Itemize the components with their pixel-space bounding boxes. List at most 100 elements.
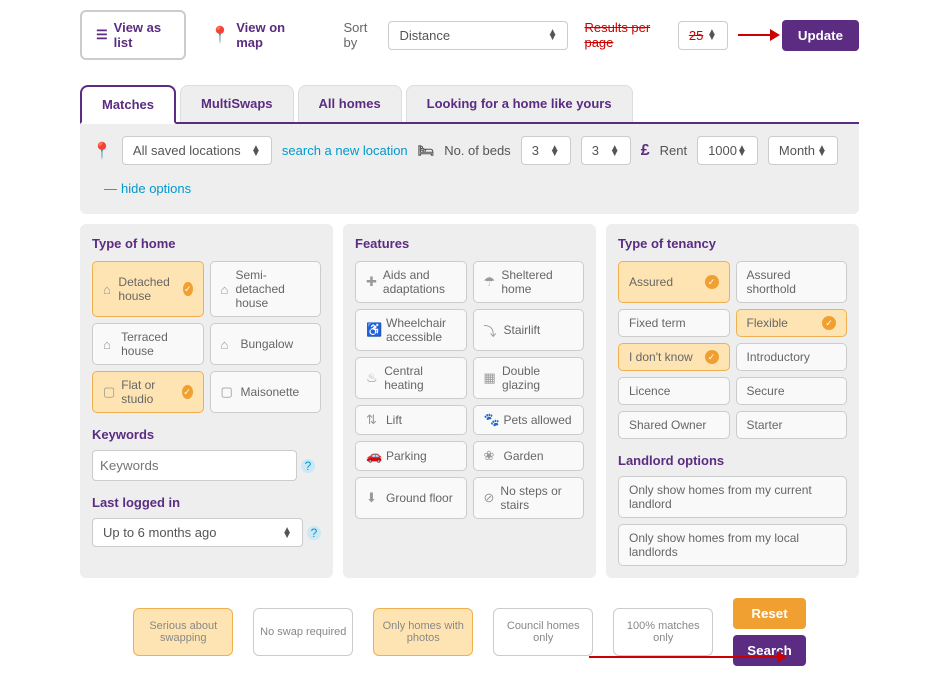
feature-chip[interactable]: ⇅Lift (355, 405, 467, 435)
reset-button[interactable]: Reset (733, 598, 805, 629)
results-per-page-label: Results per page (584, 20, 667, 50)
rent-value-select[interactable]: 1000 ▲▼ (697, 136, 758, 165)
chevron-updown-icon: ▲▼ (737, 146, 747, 156)
check-icon: ✓ (183, 282, 192, 296)
feature-chip[interactable]: ⤵Stairlift (473, 309, 585, 351)
feature-icon: ⊘ (484, 490, 495, 506)
check-icon: ✓ (182, 385, 193, 399)
chevron-updown-icon: ▲▼ (548, 30, 558, 40)
tenancy-chip[interactable]: Shared Owner (618, 411, 730, 439)
bottom-row: Serious about swapping No swap required On… (80, 598, 859, 666)
beds-label: No. of beds (444, 143, 511, 158)
view-as-list-button[interactable]: ☰ View as list (80, 10, 186, 60)
beds-icon: 🛏 (418, 143, 435, 159)
results-per-page-select[interactable]: 25 ▲▼ (678, 21, 728, 50)
home-type-chip[interactable]: ▢Maisonette (210, 371, 322, 413)
map-pin-icon: 📍 (210, 25, 230, 45)
feature-icon: ✚ (366, 274, 377, 290)
feature-icon: ⤵ (484, 321, 498, 340)
last-logged-title: Last logged in (92, 495, 321, 510)
home-type-chip[interactable]: ⌂Bungalow (210, 323, 322, 365)
rent-period-select[interactable]: Month ▲▼ (768, 136, 838, 165)
home-type-chip[interactable]: ⌂Detached house✓ (92, 261, 204, 317)
minus-icon: — (104, 181, 117, 196)
results-value: 25 (689, 28, 703, 43)
check-icon: ✓ (705, 350, 719, 364)
house-icon: ▢ (103, 384, 115, 400)
filter-toggle-chip[interactable]: 100% matches only (613, 608, 713, 656)
landlord-option-chip[interactable]: Only show homes from my current landlord (618, 476, 847, 518)
feature-chip[interactable]: ⬇Ground floor (355, 477, 467, 519)
search-new-location-link[interactable]: search a new location (282, 143, 408, 158)
search-button[interactable]: Search (733, 635, 805, 666)
home-type-chip[interactable]: ▢Flat or studio✓ (92, 371, 204, 413)
hide-options-link[interactable]: — hide options (92, 175, 847, 202)
feature-icon: ♿ (366, 322, 380, 338)
tenancy-chip[interactable]: Assured✓ (618, 261, 730, 303)
tenancy-chip[interactable]: Flexible✓ (736, 309, 848, 337)
tab-multiswaps[interactable]: MultiSwaps (180, 85, 294, 122)
tenancy-chip[interactable]: Assured shorthold (736, 261, 848, 303)
tab-looking-for[interactable]: Looking for a home like yours (406, 85, 633, 122)
feature-icon: ▦ (484, 370, 497, 386)
tenancy-chip[interactable]: Fixed term (618, 309, 730, 337)
feature-chip[interactable]: ☂Sheltered home (473, 261, 585, 303)
feature-chip[interactable]: ▦Double glazing (473, 357, 585, 399)
home-type-chip[interactable]: ⌂Semi-detached house (210, 261, 322, 317)
home-type-chip[interactable]: ⌂Terraced house (92, 323, 204, 365)
tenancy-panel: Type of tenancy Assured✓Assured shorthol… (606, 224, 859, 578)
feature-chip[interactable]: ⊘No steps or stairs (473, 477, 585, 519)
help-icon[interactable]: ? (301, 459, 315, 473)
help-icon[interactable]: ? (307, 526, 321, 540)
feature-chip[interactable]: 🚗Parking (355, 441, 467, 471)
feature-icon: ❀ (484, 448, 498, 464)
type-of-home-panel: Type of home ⌂Detached house✓⌂Semi-detac… (80, 224, 333, 578)
filter-toggle-chip[interactable]: Council homes only (493, 608, 593, 656)
location-select[interactable]: All saved locations ▲▼ (122, 136, 272, 165)
filter-toggle-chip[interactable]: Serious about swapping (133, 608, 233, 656)
feature-icon: 🐾 (484, 412, 498, 428)
tenancy-chip[interactable]: Secure (736, 377, 848, 405)
beds-max-select[interactable]: 3 ▲▼ (581, 136, 631, 165)
feature-chip[interactable]: ♿Wheelchair accessible (355, 309, 467, 351)
filter-toggle-chip[interactable]: No swap required (253, 608, 353, 656)
tab-all-homes[interactable]: All homes (298, 85, 402, 122)
check-icon: ✓ (822, 316, 836, 330)
feature-chip[interactable]: ♨Central heating (355, 357, 467, 399)
tenancy-chip[interactable]: Introductory (736, 343, 848, 371)
type-of-home-title: Type of home (92, 236, 321, 251)
view-list-label: View as list (114, 20, 171, 50)
tenancy-chip[interactable]: I don't know✓ (618, 343, 730, 371)
sort-by-select[interactable]: Distance ▲▼ (388, 21, 568, 50)
house-icon: ⌂ (103, 337, 115, 352)
landlord-option-chip[interactable]: Only show homes from my local landlords (618, 524, 847, 566)
rent-label: Rent (660, 143, 687, 158)
feature-icon: ⬇ (366, 490, 380, 506)
feature-icon: ⇅ (366, 412, 380, 428)
feature-chip[interactable]: 🐾Pets allowed (473, 405, 585, 435)
keywords-input[interactable] (92, 450, 297, 481)
feature-chip[interactable]: ✚Aids and adaptations (355, 261, 467, 303)
feature-chip[interactable]: ❀Garden (473, 441, 585, 471)
filter-bar: 📍 All saved locations ▲▼ search a new lo… (80, 124, 859, 214)
feature-icon: 🚗 (366, 448, 380, 464)
house-icon: ⌂ (103, 282, 112, 297)
tab-matches[interactable]: Matches (80, 85, 176, 124)
beds-min-select[interactable]: 3 ▲▼ (521, 136, 571, 165)
filter-toggle-chip[interactable]: Only homes with photos (373, 608, 473, 656)
annotation-arrow (738, 34, 772, 36)
tenancy-title: Type of tenancy (618, 236, 847, 251)
chevron-updown-icon: ▲▼ (610, 146, 620, 156)
house-icon: ▢ (221, 384, 235, 400)
update-button[interactable]: Update (782, 20, 859, 51)
last-logged-select[interactable]: Up to 6 months ago ▲▼ (92, 518, 303, 547)
tenancy-chip[interactable]: Starter (736, 411, 848, 439)
features-panel: Features ✚Aids and adaptations☂Sheltered… (343, 224, 596, 578)
tenancy-chip[interactable]: Licence (618, 377, 730, 405)
feature-icon: ♨ (366, 370, 378, 386)
view-on-map-button[interactable]: 📍 View on map (196, 12, 313, 58)
location-pin-icon: 📍 (92, 141, 112, 161)
sort-by-label: Sort by (344, 20, 379, 50)
chevron-updown-icon: ▲▼ (817, 146, 827, 156)
panels: Type of home ⌂Detached house✓⌂Semi-detac… (80, 224, 859, 578)
